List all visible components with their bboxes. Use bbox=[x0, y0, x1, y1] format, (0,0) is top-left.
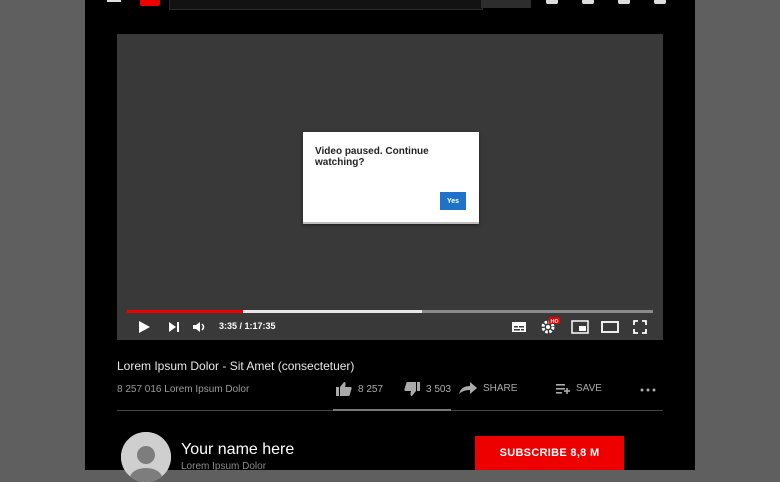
more-icon[interactable] bbox=[640, 388, 656, 392]
dialog-shadow bbox=[303, 222, 479, 224]
subscribe-button[interactable]: SUBSCRIBE 8,8 M bbox=[475, 436, 624, 470]
avatar[interactable] bbox=[121, 432, 171, 482]
dislike-icon bbox=[404, 382, 420, 396]
progress-bar[interactable] bbox=[127, 310, 653, 313]
dialog-message: Video paused. Continue watching? bbox=[315, 146, 429, 168]
miniplayer-icon[interactable] bbox=[571, 320, 589, 334]
continue-yes-button[interactable]: Yes bbox=[440, 192, 466, 210]
search-icon[interactable] bbox=[481, 0, 531, 8]
progress-played bbox=[127, 310, 243, 313]
save-label: SAVE bbox=[576, 382, 602, 394]
notifications-icon[interactable] bbox=[654, 0, 666, 4]
hd-badge: HD bbox=[551, 319, 559, 325]
pause-dialog: Video paused. Continue watching? Yes bbox=[303, 132, 479, 224]
time-display: 3:35 / 1:17:35 bbox=[219, 321, 276, 331]
create-icon[interactable] bbox=[546, 0, 558, 4]
search-input[interactable] bbox=[169, 0, 483, 10]
save-icon bbox=[556, 384, 570, 394]
like-icon bbox=[336, 382, 352, 396]
menu-icon[interactable] bbox=[107, 0, 121, 2]
channel-subtitle: Lorem Ipsum Dolor bbox=[181, 461, 267, 472]
share-button[interactable]: SHARE bbox=[458, 381, 517, 395]
volume-icon[interactable] bbox=[192, 320, 208, 334]
theater-icon[interactable] bbox=[601, 320, 619, 334]
logo-icon[interactable] bbox=[140, 0, 160, 6]
channel-name[interactable]: Your name here bbox=[181, 441, 294, 459]
like-count: 8 257 bbox=[358, 383, 384, 395]
dislike-count: 3 503 bbox=[426, 383, 452, 395]
save-button[interactable]: SAVE bbox=[555, 381, 602, 395]
play-icon[interactable] bbox=[137, 320, 151, 334]
chat-icon[interactable] bbox=[618, 0, 630, 4]
fullscreen-icon[interactable] bbox=[633, 320, 647, 334]
share-label: SHARE bbox=[483, 382, 518, 394]
video-player[interactable]: Video paused. Continue watching? Yes 3:3… bbox=[117, 34, 663, 340]
next-icon[interactable] bbox=[167, 320, 181, 334]
app-frame: Video paused. Continue watching? Yes 3:3… bbox=[85, 0, 695, 482]
video-title: Lorem Ipsum Dolor - Sit Amet (consectetu… bbox=[117, 359, 355, 373]
like-button[interactable]: 8 257 bbox=[335, 381, 383, 397]
top-bar bbox=[85, 0, 695, 10]
dislike-button[interactable]: 3 503 bbox=[403, 381, 451, 397]
share-icon bbox=[459, 382, 477, 394]
view-count: 8 257 016 Lorem Ipsum Dolor bbox=[117, 384, 250, 395]
avatar-person-icon bbox=[121, 432, 171, 482]
divider-accent bbox=[333, 409, 451, 411]
settings-icon[interactable]: HD bbox=[540, 316, 560, 334]
subtitles-icon[interactable] bbox=[511, 320, 527, 334]
apps-icon[interactable] bbox=[582, 0, 594, 4]
